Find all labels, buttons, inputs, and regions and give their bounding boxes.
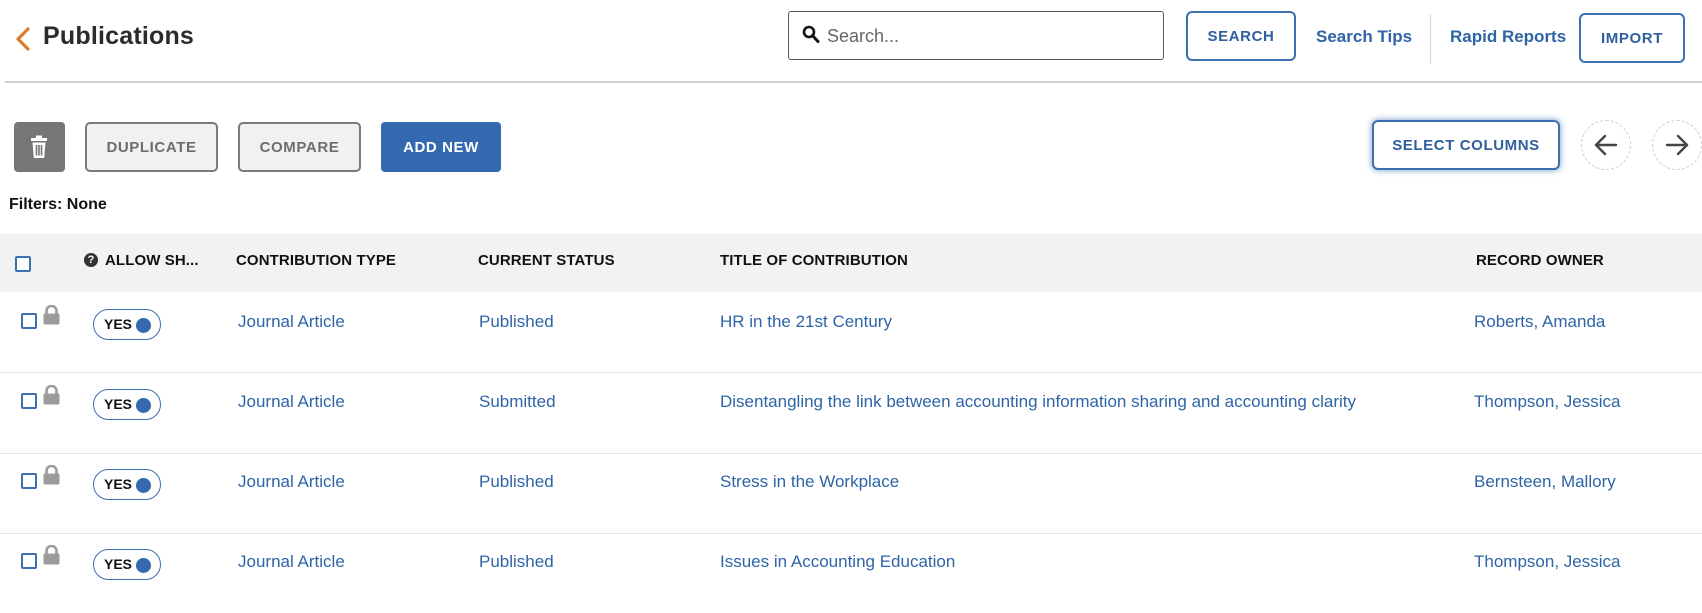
delete-button[interactable]: [14, 122, 65, 172]
scroll-right-button[interactable]: [1652, 120, 1702, 170]
toggle-label: YES: [104, 316, 133, 332]
back-chevron-icon[interactable]: [14, 26, 32, 52]
lock-icon: [43, 305, 60, 325]
scroll-left-button[interactable]: [1581, 120, 1631, 170]
contribution-type-cell[interactable]: Journal Article: [238, 472, 345, 492]
lock-icon: [43, 465, 60, 485]
table-row: YES Journal Article Published Issues in …: [0, 533, 1702, 613]
current-status-cell[interactable]: Published: [479, 472, 554, 492]
import-button[interactable]: IMPORT: [1579, 13, 1685, 63]
record-owner-cell[interactable]: Thompson, Jessica: [1474, 392, 1620, 412]
trash-icon: [31, 135, 47, 158]
current-status-cell[interactable]: Published: [479, 552, 554, 572]
rapid-reports-link[interactable]: Rapid Reports: [1450, 27, 1566, 47]
column-header-allow-sharing[interactable]: ALLOW SH...: [105, 252, 199, 269]
toggle-knob: [136, 558, 151, 573]
search-icon: [802, 25, 820, 43]
row-checkbox[interactable]: [21, 313, 37, 329]
toggle-label: YES: [104, 476, 133, 492]
toggle-knob: [136, 398, 151, 413]
title-cell[interactable]: Issues in Accounting Education: [720, 552, 955, 572]
toggle-label: YES: [104, 396, 133, 412]
select-columns-button[interactable]: SELECT COLUMNS: [1372, 120, 1560, 170]
arrow-right-icon: [1665, 134, 1689, 156]
search-tips-link[interactable]: Search Tips: [1316, 27, 1412, 47]
record-owner-cell[interactable]: Bernsteen, Mallory: [1474, 472, 1616, 492]
table-row: YES Journal Article Published HR in the …: [0, 292, 1702, 373]
row-checkbox[interactable]: [21, 393, 37, 409]
allow-sharing-toggle[interactable]: YES: [93, 389, 161, 420]
current-status-cell[interactable]: Submitted: [479, 392, 556, 412]
duplicate-button[interactable]: DUPLICATE: [85, 122, 218, 172]
record-owner-cell[interactable]: Thompson, Jessica: [1474, 552, 1620, 572]
compare-button[interactable]: COMPARE: [238, 122, 361, 172]
header-divider: [1430, 14, 1431, 64]
filters-label: Filters: None: [9, 196, 107, 213]
lock-icon: [43, 385, 60, 405]
add-new-button[interactable]: ADD NEW: [381, 122, 501, 172]
row-checkbox[interactable]: [21, 553, 37, 569]
column-header-current-status[interactable]: CURRENT STATUS: [478, 252, 615, 269]
column-header-record-owner[interactable]: RECORD OWNER: [1476, 252, 1604, 269]
contribution-type-cell[interactable]: Journal Article: [238, 392, 345, 412]
title-cell[interactable]: Disentangling the link between accountin…: [720, 392, 1356, 412]
record-owner-cell[interactable]: Roberts, Amanda: [1474, 312, 1605, 332]
column-header-contribution-type[interactable]: CONTRIBUTION TYPE: [236, 252, 396, 269]
contribution-type-cell[interactable]: Journal Article: [238, 312, 345, 332]
header-divider-line: [5, 81, 1702, 83]
search-input[interactable]: [825, 21, 1149, 51]
row-checkbox[interactable]: [21, 473, 37, 489]
toggle-knob: [136, 478, 151, 493]
allow-sharing-toggle[interactable]: YES: [93, 469, 161, 500]
column-header-title[interactable]: TITLE OF CONTRIBUTION: [720, 252, 908, 269]
current-status-cell[interactable]: Published: [479, 312, 554, 332]
search-button[interactable]: SEARCH: [1186, 11, 1296, 61]
help-icon[interactable]: ?: [84, 253, 98, 267]
search-field[interactable]: [788, 11, 1164, 60]
lock-icon: [43, 545, 60, 565]
title-cell[interactable]: Stress in the Workplace: [720, 472, 899, 492]
table-row: YES Journal Article Published Stress in …: [0, 453, 1702, 534]
toggle-knob: [136, 318, 151, 333]
allow-sharing-toggle[interactable]: YES: [93, 549, 161, 580]
page-header: Publications SEARCH Search Tips Rapid Re…: [0, 0, 1702, 82]
title-cell[interactable]: HR in the 21st Century: [720, 312, 892, 332]
allow-sharing-toggle[interactable]: YES: [93, 309, 161, 340]
table-row: YES Journal Article Submitted Disentangl…: [0, 373, 1702, 454]
page-title: Publications: [43, 22, 195, 50]
toggle-label: YES: [104, 556, 133, 572]
select-all-checkbox[interactable]: [15, 256, 31, 272]
arrow-left-icon: [1594, 134, 1618, 156]
contribution-type-cell[interactable]: Journal Article: [238, 552, 345, 572]
